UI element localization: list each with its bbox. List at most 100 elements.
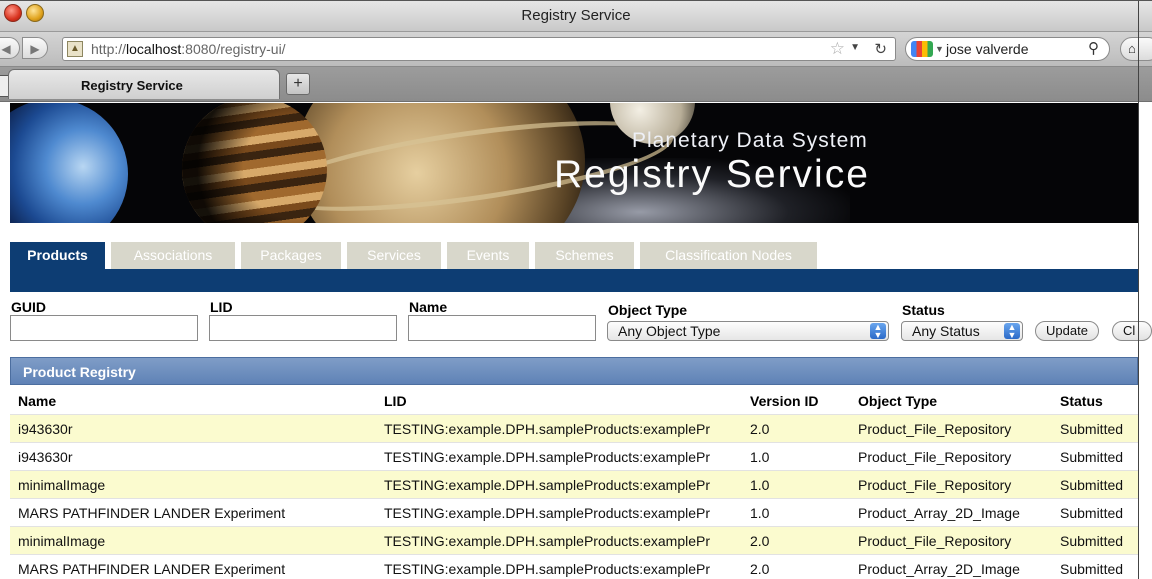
home-button[interactable]: ⌂: [1120, 37, 1152, 61]
table-header-row: Name LID Version ID Object Type Status: [10, 387, 1138, 415]
forward-button[interactable]: ▶: [22, 37, 48, 59]
cell-version: 2.0: [742, 414, 850, 443]
site-favicon-icon: ▲: [67, 41, 83, 57]
search-input[interactable]: jose valverde: [946, 41, 1029, 57]
banner-subtitle: Planetary Data System: [632, 129, 868, 152]
object-type-select[interactable]: Any Object Type ▲ ▼: [607, 321, 889, 341]
jupiter-shade: [182, 103, 327, 223]
search-bar[interactable]: ▼ jose valverde ⚲: [905, 37, 1110, 61]
browser-window: Registry Service ◀ ▶ ▲ http://localhost:…: [0, 0, 1152, 579]
status-value: Any Status: [912, 323, 980, 339]
cell-object-type: Product_File_Repository: [850, 414, 1052, 443]
cell-status: Submitted: [1052, 498, 1138, 527]
back-button[interactable]: ◀: [0, 37, 20, 59]
guid-input[interactable]: [10, 315, 198, 341]
cell-name[interactable]: MARS PATHFINDER LANDER Experiment: [10, 554, 376, 579]
table-row[interactable]: MARS PATHFINDER LANDER Experiment TESTIN…: [10, 554, 1138, 579]
cell-version: 1.0: [742, 470, 850, 499]
search-engine-dropdown-icon[interactable]: ▼: [935, 44, 944, 54]
browser-tab-strip: Registry Service +: [0, 67, 1152, 102]
search-icon[interactable]: ⚲: [1088, 39, 1099, 57]
tab-associations[interactable]: Associations: [111, 242, 235, 269]
column-header-lid[interactable]: LID: [376, 387, 742, 415]
google-logo-icon[interactable]: [911, 41, 933, 57]
product-table: Name LID Version ID Object Type Status i…: [10, 387, 1138, 579]
earth-image: [10, 103, 128, 223]
object-type-value: Any Object Type: [618, 323, 721, 339]
status-select[interactable]: Any Status ▲ ▼: [901, 321, 1023, 341]
lid-label: LID: [210, 299, 233, 315]
update-button[interactable]: Update: [1035, 321, 1099, 341]
table-row[interactable]: minimalImage TESTING:example.DPH.sampleP…: [10, 470, 1138, 499]
tab-events[interactable]: Events: [447, 242, 529, 269]
cell-status: Submitted: [1052, 554, 1138, 579]
page-edge-divider: [1138, 1, 1139, 579]
tab-schemes[interactable]: Schemes: [535, 242, 634, 269]
cell-lid: TESTING:example.DPH.sampleProducts:examp…: [376, 554, 742, 579]
forward-arrow-icon: ▶: [30, 42, 40, 56]
object-type-label: Object Type: [608, 302, 688, 318]
new-tab-button[interactable]: +: [286, 73, 310, 95]
cell-object-type: Product_Array_2D_Image: [850, 498, 1052, 527]
url-path: :8080/registry-ui/: [181, 41, 286, 57]
column-header-object-type[interactable]: Object Type: [850, 387, 1052, 415]
browser-tab-label: Registry Service: [81, 78, 183, 93]
cell-version: 2.0: [742, 554, 850, 579]
app-nav: Products Associations Packages Services …: [10, 242, 1138, 292]
cell-lid: TESTING:example.DPH.sampleProducts:examp…: [376, 442, 742, 471]
browser-tab-registry-service[interactable]: Registry Service: [8, 69, 280, 99]
cell-lid: TESTING:example.DPH.sampleProducts:examp…: [376, 414, 742, 443]
cell-status: Submitted: [1052, 470, 1138, 499]
history-dropdown-icon[interactable]: ▼: [850, 42, 860, 53]
cell-object-type: Product_Array_2D_Image: [850, 554, 1052, 579]
home-icon: ⌂: [1128, 41, 1136, 56]
banner-title: Registry Service: [554, 153, 870, 196]
back-arrow-icon: ◀: [1, 42, 11, 56]
bookmark-star-icon[interactable]: ☆: [830, 39, 845, 59]
url-scheme: http://: [91, 41, 127, 57]
browser-toolbar: ◀ ▶ ▲ http://localhost:8080/registry-ui/…: [0, 32, 1152, 67]
cell-name[interactable]: minimalImage: [10, 526, 376, 555]
tab-classification-nodes[interactable]: Classification Nodes: [640, 242, 817, 269]
title-bar: Registry Service: [0, 1, 1152, 32]
window-title: Registry Service: [521, 7, 631, 24]
registry-title: Product Registry: [10, 357, 1138, 385]
tab-packages[interactable]: Packages: [241, 242, 341, 269]
column-header-status[interactable]: Status: [1052, 387, 1138, 415]
table-row[interactable]: i943630r TESTING:example.DPH.sampleProdu…: [10, 442, 1138, 471]
clear-button[interactable]: Cl: [1112, 321, 1152, 341]
cell-name[interactable]: MARS PATHFINDER LANDER Experiment: [10, 498, 376, 527]
cell-status: Submitted: [1052, 526, 1138, 555]
header-banner: Planetary Data System Registry Service: [10, 103, 1138, 223]
url-host: localhost: [126, 41, 182, 57]
name-input[interactable]: [408, 315, 596, 341]
select-arrows-icon: ▲ ▼: [870, 323, 886, 340]
tab-products[interactable]: Products: [10, 242, 105, 269]
status-label: Status: [902, 302, 945, 318]
table-row[interactable]: MARS PATHFINDER LANDER Experiment TESTIN…: [10, 498, 1138, 527]
cell-lid: TESTING:example.DPH.sampleProducts:examp…: [376, 470, 742, 499]
cell-version: 1.0: [742, 442, 850, 471]
cell-name[interactable]: i943630r: [10, 414, 376, 443]
table-row[interactable]: i943630r TESTING:example.DPH.sampleProdu…: [10, 414, 1138, 443]
table-row[interactable]: minimalImage TESTING:example.DPH.sampleP…: [10, 526, 1138, 555]
cell-lid: TESTING:example.DPH.sampleProducts:examp…: [376, 498, 742, 527]
product-registry-panel: Product Registry Name LID Version ID Obj…: [10, 357, 1138, 579]
cell-name[interactable]: minimalImage: [10, 470, 376, 499]
column-header-version-id[interactable]: Version ID: [742, 387, 850, 415]
reload-icon[interactable]: ↻: [874, 40, 887, 58]
lid-input[interactable]: [209, 315, 397, 341]
cell-status: Submitted: [1052, 442, 1138, 471]
address-bar[interactable]: ▲ http://localhost:8080/registry-ui/ ☆ ▼…: [62, 37, 896, 61]
cell-lid: TESTING:example.DPH.sampleProducts:examp…: [376, 526, 742, 555]
tab-services[interactable]: Services: [347, 242, 441, 269]
url-text[interactable]: http://localhost:8080/registry-ui/: [91, 41, 286, 57]
cell-object-type: Product_File_Repository: [850, 470, 1052, 499]
filter-row: GUID LID Name Object Type Any Object Typ…: [0, 297, 1152, 349]
cell-name[interactable]: i943630r: [10, 442, 376, 471]
nav-bar: [10, 269, 1138, 292]
column-header-name[interactable]: Name: [10, 387, 376, 415]
cell-object-type: Product_File_Repository: [850, 526, 1052, 555]
cell-version: 1.0: [742, 498, 850, 527]
cell-version: 2.0: [742, 526, 850, 555]
